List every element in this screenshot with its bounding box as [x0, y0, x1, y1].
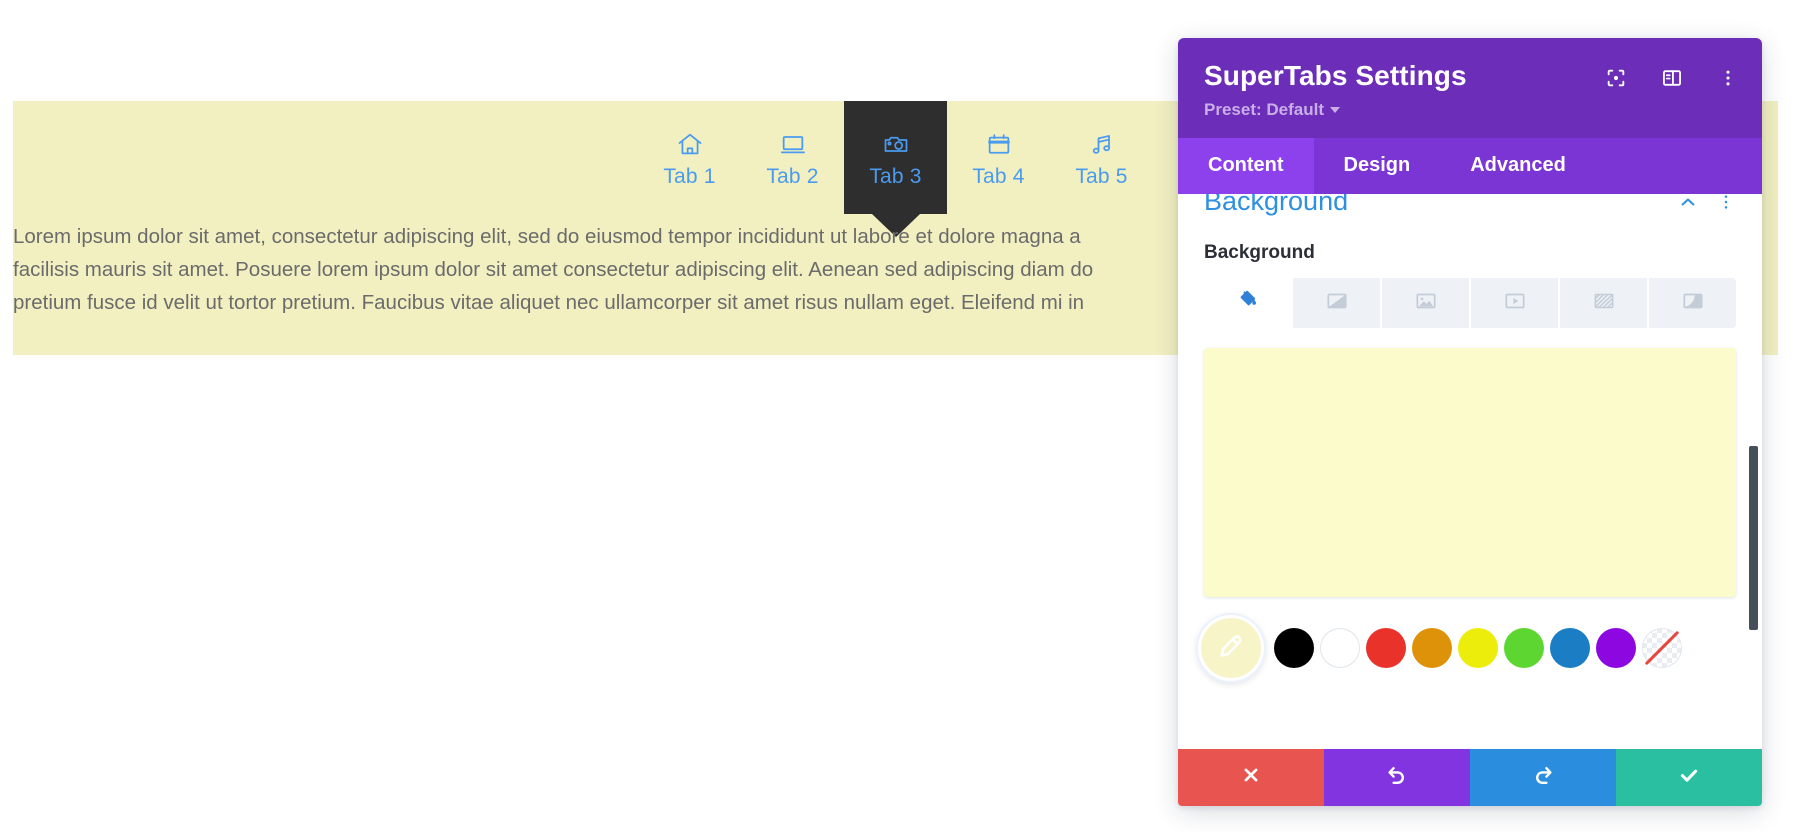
section-title: Background — [1204, 194, 1349, 217]
chevron-down-icon — [1329, 107, 1340, 114]
background-mask-icon — [1680, 288, 1706, 319]
more-vertical-icon[interactable] — [1716, 66, 1740, 90]
panel-footer — [1178, 749, 1762, 806]
background-gradient-icon — [1324, 288, 1350, 319]
panel-header: SuperTabs Settings Preset: Default — [1178, 38, 1762, 139]
calendar-icon — [984, 129, 1014, 159]
background-mask-button[interactable] — [1649, 278, 1736, 329]
background-image-icon — [1413, 288, 1439, 319]
swatch-red[interactable] — [1366, 628, 1406, 669]
preset-label: Preset: Default — [1204, 100, 1324, 120]
swatch-black[interactable] — [1274, 628, 1314, 669]
undo-button[interactable] — [1324, 749, 1470, 806]
layout-panel-icon[interactable] — [1660, 66, 1684, 90]
background-color-icon — [1235, 288, 1261, 319]
background-gradient-button[interactable] — [1293, 278, 1382, 329]
tab-item-3[interactable]: Tab 3 — [844, 101, 947, 214]
background-video-button[interactable] — [1471, 278, 1560, 329]
settings-panel: SuperTabs Settings Preset: Default Conte… — [1178, 38, 1762, 806]
tab-item-1[interactable]: Tab 1 — [638, 101, 741, 214]
panel-scrollbar-thumb[interactable] — [1749, 446, 1758, 631]
background-pattern-icon — [1591, 288, 1617, 319]
close-icon — [1240, 764, 1262, 791]
tab-content[interactable]: Content — [1178, 138, 1314, 195]
redo-button[interactable] — [1470, 749, 1616, 806]
tab-label: Tab 3 — [869, 164, 922, 188]
swatch-transparent[interactable] — [1642, 628, 1682, 669]
tab-label: Tab 2 — [766, 164, 819, 188]
laptop-icon — [778, 129, 808, 159]
color-preview[interactable] — [1204, 348, 1736, 598]
screen: Tab 1 Tab 2 Tab 3 Tab 4 Tab 5 Lorem ipsu… — [0, 0, 1800, 832]
preset-dropdown[interactable]: Preset: Default — [1204, 100, 1340, 120]
tab-item-5[interactable]: Tab 5 — [1050, 101, 1153, 214]
tab-item-4[interactable]: Tab 4 — [947, 101, 1050, 214]
cancel-button[interactable] — [1178, 749, 1324, 806]
background-field-label: Background — [1204, 242, 1315, 264]
swatch-blue[interactable] — [1550, 628, 1590, 669]
swatch-purple[interactable] — [1596, 628, 1636, 669]
panel-scroll-area: Background Background — [1178, 194, 1762, 749]
tab-advanced[interactable]: Advanced — [1440, 138, 1596, 194]
redo-icon — [1531, 763, 1555, 792]
focus-icon[interactable] — [1604, 66, 1628, 90]
section-more-vertical-icon[interactable] — [1716, 194, 1736, 212]
background-pattern-button[interactable] — [1560, 278, 1649, 329]
save-button[interactable] — [1616, 749, 1762, 806]
background-image-button[interactable] — [1382, 278, 1471, 329]
tab-label: Tab 1 — [663, 164, 716, 188]
home-icon — [675, 129, 705, 159]
tab-label: Tab 5 — [1075, 164, 1128, 188]
background-video-icon — [1502, 288, 1528, 319]
section-header-icons — [1678, 194, 1736, 212]
swatch-orange[interactable] — [1412, 628, 1452, 669]
swatch-green[interactable] — [1504, 628, 1544, 669]
eyedropper-swatch[interactable] — [1198, 615, 1264, 682]
color-swatch-row — [1198, 615, 1736, 682]
background-section-header[interactable]: Background — [1204, 194, 1736, 216]
swatch-yellow[interactable] — [1458, 628, 1498, 669]
undo-icon — [1385, 763, 1409, 792]
music-note-icon — [1087, 129, 1117, 159]
background-color-button[interactable] — [1204, 278, 1293, 329]
background-type-toggle-group — [1204, 278, 1736, 329]
chevron-up-icon[interactable] — [1678, 194, 1698, 212]
camera-icon — [881, 129, 911, 159]
check-icon — [1677, 763, 1701, 792]
swatch-white[interactable] — [1320, 628, 1360, 669]
panel-tab-bar: Content Design Advanced — [1178, 138, 1762, 195]
tab-label: Tab 4 — [972, 164, 1025, 188]
panel-header-actions — [1604, 66, 1740, 90]
tab-item-2[interactable]: Tab 2 — [741, 101, 844, 214]
tab-design[interactable]: Design — [1314, 138, 1441, 194]
